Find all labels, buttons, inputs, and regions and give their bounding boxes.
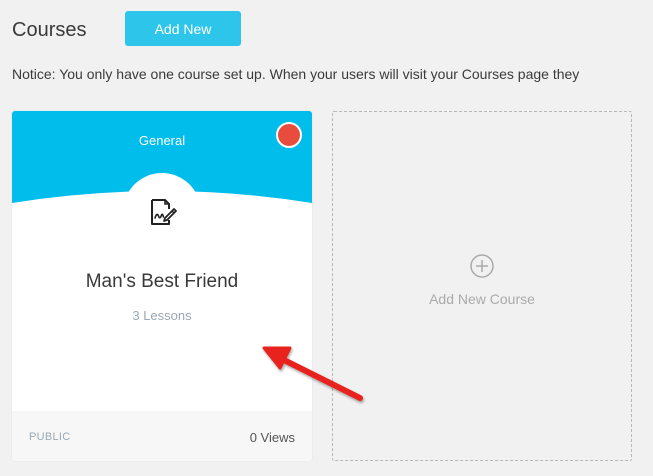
course-card[interactable]: General Man's Best Friend 3 Lessons PUBL… <box>12 111 312 461</box>
page-title: Courses <box>12 19 87 41</box>
add-new-course-label: Add New Course <box>429 291 535 307</box>
circle-plus-icon <box>470 254 494 278</box>
lesson-count: 3 Lessons <box>132 308 192 323</box>
card-footer: PUBLIC 0 Views <box>12 411 312 461</box>
course-title[interactable]: Man's Best Friend <box>12 271 312 293</box>
course-icon-badge <box>123 173 201 251</box>
visibility-label: PUBLIC <box>29 431 71 443</box>
course-category: General <box>138 133 186 148</box>
status-indicator[interactable] <box>276 122 302 148</box>
add-new-course-card[interactable]: Add New Course <box>332 111 632 461</box>
notice-message: Notice: You only have one course set up.… <box>12 66 580 82</box>
view-count: 0 Views <box>249 430 295 445</box>
add-new-button[interactable]: Add New <box>125 11 241 46</box>
signed-document-icon <box>151 199 177 225</box>
